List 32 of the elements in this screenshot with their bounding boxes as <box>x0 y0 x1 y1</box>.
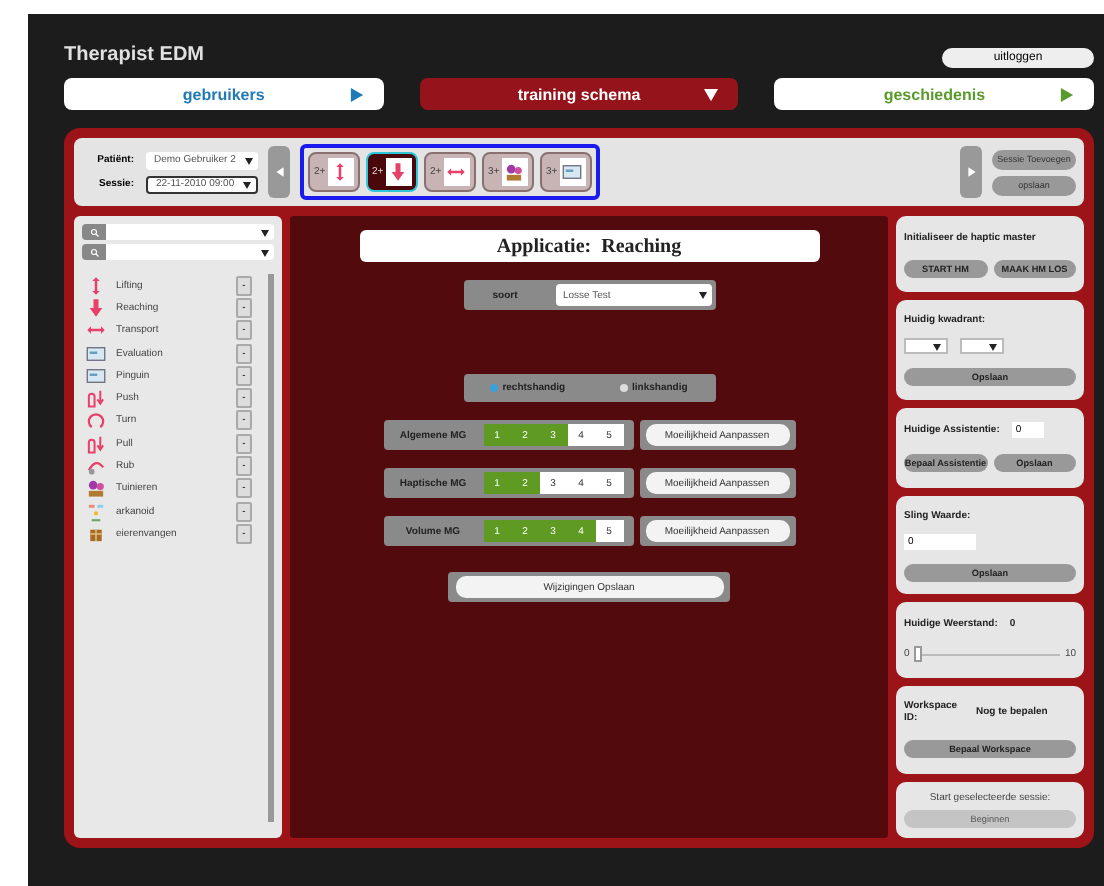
caret-icon <box>932 341 942 352</box>
slider-thumb[interactable] <box>913 646 922 663</box>
screen-icon <box>86 365 106 386</box>
filter-dropdown[interactable] <box>82 224 274 240</box>
plant-icon <box>504 162 525 182</box>
blocks-icon <box>86 501 106 522</box>
screen-icon <box>86 343 106 364</box>
scrollbar[interactable] <box>268 274 274 822</box>
quadrant-dropdown[interactable] <box>904 338 948 355</box>
caret-icon <box>242 179 252 189</box>
filter-dropdown[interactable] <box>82 244 274 260</box>
search-icon <box>89 227 99 237</box>
search-icon <box>89 247 99 257</box>
hand-icon <box>86 433 106 454</box>
plant-icon <box>86 478 106 499</box>
screen-icon <box>562 162 583 182</box>
arrow-left-icon <box>273 166 285 178</box>
scroll-right-button[interactable] <box>960 146 982 198</box>
hand-icon <box>86 388 106 409</box>
caret-icon <box>988 341 998 352</box>
down-arrow-icon <box>388 162 409 182</box>
nav-tab[interactable]: gebruikers <box>64 78 384 110</box>
arrow-right-icon <box>965 166 977 178</box>
caret-icon <box>244 155 254 165</box>
application-title: Applicatie: Reaching <box>359 230 819 262</box>
quadrant-dropdown[interactable] <box>960 338 1004 355</box>
caret-icon <box>697 290 707 300</box>
nav-tab[interactable]: training schema <box>419 78 739 110</box>
down-arrow-icon <box>86 297 106 318</box>
curved-arrow-icon <box>86 456 106 477</box>
app-title: Therapist EDM <box>64 43 205 65</box>
scroll-left-button[interactable] <box>268 146 290 198</box>
